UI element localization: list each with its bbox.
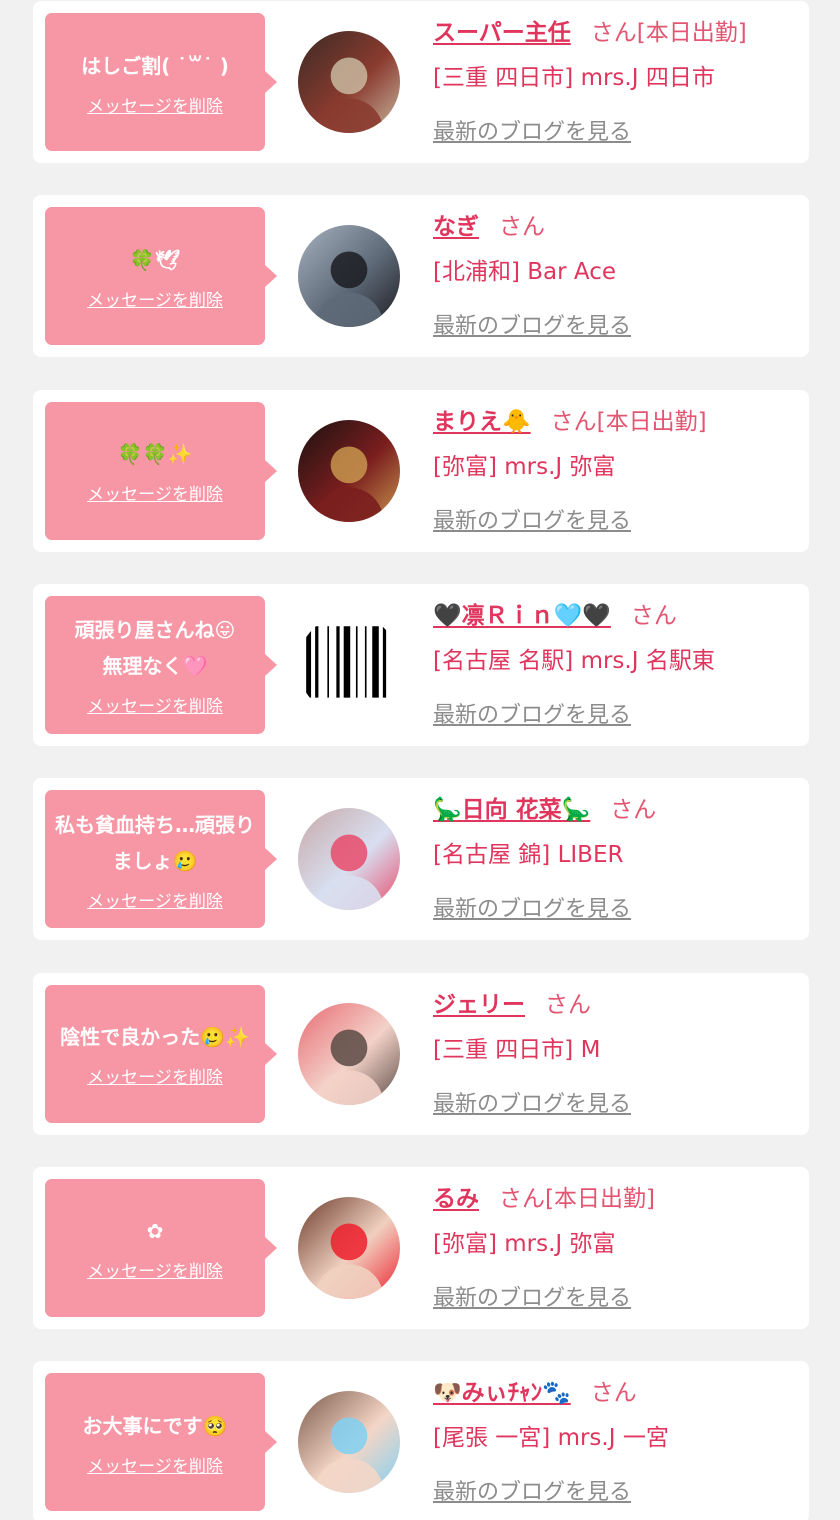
sender-name-link[interactable]: 🦕日向 花菜🦕 <box>433 797 590 823</box>
message-text: 頑張り屋さんね😛 無理なく🩷 <box>74 618 236 679</box>
latest-blog-link[interactable]: 最新のブログを見る <box>433 310 631 344</box>
sender-info: 🖤凛Ｒｉｎ🩵🖤 さん [名古屋 名駅] mrs.J 名駅東 最新のブログを見る <box>433 584 803 746</box>
sender-info: 🐶みぃﾁｬﾝ🐾 さん [尾張 一宮] mrs.J 一宮 最新のブログを見る <box>433 1361 803 1520</box>
sender-name-link[interactable]: 🐶みぃﾁｬﾝ🐾 <box>433 1380 571 1406</box>
honorific-status: さん <box>499 214 545 241</box>
avatar[interactable] <box>298 1391 400 1494</box>
shop-location: [北浦和] Bar Ace <box>433 259 617 286</box>
message-card: 私も貧血持ち…頑張りましょ🥲 メッセージを削除 🦕日向 花菜🦕 さん [名古屋 錦… <box>33 778 809 941</box>
message-bubble: はしご割( ˙꒳˙ ) メッセージを削除 <box>45 13 277 151</box>
avatar[interactable] <box>298 225 400 328</box>
shop-location: [弥富] mrs.J 弥富 <box>433 453 616 480</box>
message-card: 陰性で良かった🥲✨ メッセージを削除 ジェリー さん [三重 四日市] M 最新の… <box>33 972 809 1135</box>
message-card: 🍀🕊 メッセージを削除 なぎ さん [北浦和] Bar Ace 最新のブログを見る <box>33 195 809 358</box>
sender-name-link[interactable]: ジェリー <box>433 992 525 1018</box>
sender-name-row: 🐶みぃﾁｬﾝ🐾 さん <box>433 1376 637 1410</box>
message-bubble: お大事にです🥺 メッセージを削除 <box>45 1373 277 1512</box>
honorific-status: さん <box>590 1380 637 1407</box>
honorific-status: さん <box>610 797 657 824</box>
avatar[interactable] <box>298 613 400 716</box>
sender-info: なぎ さん [北浦和] Bar Ace 最新のブログを見る <box>433 195 803 357</box>
delete-message-link[interactable]: メッセージを削除 <box>87 1063 223 1088</box>
sender-name-link[interactable]: スーパー主任 <box>433 20 571 46</box>
message-text: 🍀🕊 <box>129 247 181 272</box>
message-card: ✿ メッセージを削除 るみ さん[本日出勤] [弥富] mrs.J 弥富 最新のブ… <box>33 1166 809 1329</box>
sender-name-row: ジェリー さん <box>433 988 591 1022</box>
sender-info: スーパー主任 さん[本日出勤] [三重 四日市] mrs.J 四日市 最新のブログ… <box>433 1 803 163</box>
sender-name-row: 🦕日向 花菜🦕 さん <box>433 793 656 827</box>
shop-location: [弥富] mrs.J 弥富 <box>433 1230 616 1257</box>
latest-blog-link[interactable]: 最新のブログを見る <box>433 1088 631 1122</box>
avatar[interactable] <box>298 1196 400 1299</box>
shop-location: [尾張 一宮] mrs.J 一宮 <box>433 1425 669 1452</box>
sender-info: 🦕日向 花菜🦕 さん [名古屋 錦] LIBER 最新のブログを見る <box>433 778 803 940</box>
delete-message-link[interactable]: メッセージを削除 <box>87 692 223 717</box>
message-text: はしご割( ˙꒳˙ ) <box>81 53 229 78</box>
message-text: お大事にです🥺 <box>82 1413 228 1438</box>
message-bubble: 陰性で良かった🥲✨ メッセージを削除 <box>45 984 277 1123</box>
shop-location: [三重 四日市] mrs.J 四日市 <box>433 65 715 91</box>
sender-name-row: 🖤凛Ｒｉｎ🩵🖤 さん <box>433 599 677 633</box>
sender-name-link[interactable]: 🖤凛Ｒｉｎ🩵🖤 <box>433 603 611 629</box>
message-text: 私も貧血持ち…頑張りましょ🥲 <box>55 812 255 873</box>
message-card: はしご割( ˙꒳˙ ) メッセージを削除 スーパー主任 さん[本日出勤] [三重 … <box>33 1 809 163</box>
sender-info: ジェリー さん [三重 四日市] M 最新のブログを見る <box>433 973 803 1135</box>
sender-name-link[interactable]: るみ <box>433 1186 479 1212</box>
sender-name-row: まりえ🐥 さん[本日出勤] <box>433 405 707 439</box>
sender-name-row: スーパー主任 さん[本日出勤] <box>433 16 747 50</box>
latest-blog-link[interactable]: 最新のブログを見る <box>433 116 631 150</box>
delete-message-link[interactable]: メッセージを削除 <box>87 286 223 311</box>
shop-location: [三重 四日市] M <box>433 1036 601 1063</box>
honorific-status: さん[本日出勤] <box>499 1185 655 1212</box>
message-bubble: 私も貧血持ち…頑張りましょ🥲 メッセージを削除 <box>45 790 277 929</box>
message-text: 🍀🍀✨ <box>117 442 193 467</box>
sender-name-link[interactable]: まりえ🐥 <box>433 409 531 435</box>
message-card: お大事にです🥺 メッセージを削除 🐶みぃﾁｬﾝ🐾 さん [尾張 一宮] mrs.J… <box>33 1361 809 1520</box>
message-card: 🍀🍀✨ メッセージを削除 まりえ🐥 さん[本日出勤] [弥富] mrs.J 弥富 … <box>33 389 809 552</box>
latest-blog-link[interactable]: 最新のブログを見る <box>433 1282 631 1316</box>
message-list: はしご割( ˙꒳˙ ) メッセージを削除 スーパー主任 さん[本日出勤] [三重 … <box>0 0 840 1520</box>
avatar[interactable] <box>298 419 400 522</box>
sender-name-link[interactable]: なぎ <box>433 214 479 240</box>
delete-message-link[interactable]: メッセージを削除 <box>87 480 223 505</box>
sender-name-row: なぎ さん <box>433 210 545 244</box>
latest-blog-link[interactable]: 最新のブログを見る <box>433 1476 631 1510</box>
message-bubble: 頑張り屋さんね😛 無理なく🩷 メッセージを削除 <box>45 595 277 734</box>
sender-info: るみ さん[本日出勤] [弥富] mrs.J 弥富 最新のブログを見る <box>433 1167 803 1329</box>
avatar[interactable] <box>298 31 400 133</box>
delete-message-link[interactable]: メッセージを削除 <box>87 92 223 117</box>
message-text: 陰性で良かった🥲✨ <box>60 1025 250 1049</box>
honorific-status: さん <box>545 991 591 1018</box>
message-text: ✿ <box>146 1219 164 1244</box>
latest-blog-link[interactable]: 最新のブログを見る <box>433 699 631 733</box>
shop-location: [名古屋 錦] LIBER <box>433 842 624 869</box>
sender-info: まりえ🐥 さん[本日出勤] [弥富] mrs.J 弥富 最新のブログを見る <box>433 390 803 552</box>
sender-name-row: るみ さん[本日出勤] <box>433 1182 655 1216</box>
shop-location: [名古屋 名駅] mrs.J 名駅東 <box>433 647 715 674</box>
honorific-status: さん[本日出勤] <box>590 20 747 46</box>
delete-message-link[interactable]: メッセージを削除 <box>87 887 223 912</box>
delete-message-link[interactable]: メッセージを削除 <box>87 1452 223 1477</box>
delete-message-link[interactable]: メッセージを削除 <box>87 1257 223 1282</box>
latest-blog-link[interactable]: 最新のブログを見る <box>433 893 631 927</box>
avatar[interactable] <box>298 808 400 911</box>
message-bubble: 🍀🕊 メッセージを削除 <box>45 207 277 346</box>
message-bubble: 🍀🍀✨ メッセージを削除 <box>45 401 277 540</box>
avatar[interactable] <box>298 1002 400 1105</box>
message-bubble: ✿ メッセージを削除 <box>45 1178 277 1317</box>
latest-blog-link[interactable]: 最新のブログを見る <box>433 505 631 539</box>
message-card: 頑張り屋さんね😛 無理なく🩷 メッセージを削除 🖤凛Ｒｉｎ🩵🖤 さん [名古屋 名… <box>33 583 809 746</box>
honorific-status: さん[本日出勤] <box>550 408 707 435</box>
honorific-status: さん <box>630 602 677 629</box>
